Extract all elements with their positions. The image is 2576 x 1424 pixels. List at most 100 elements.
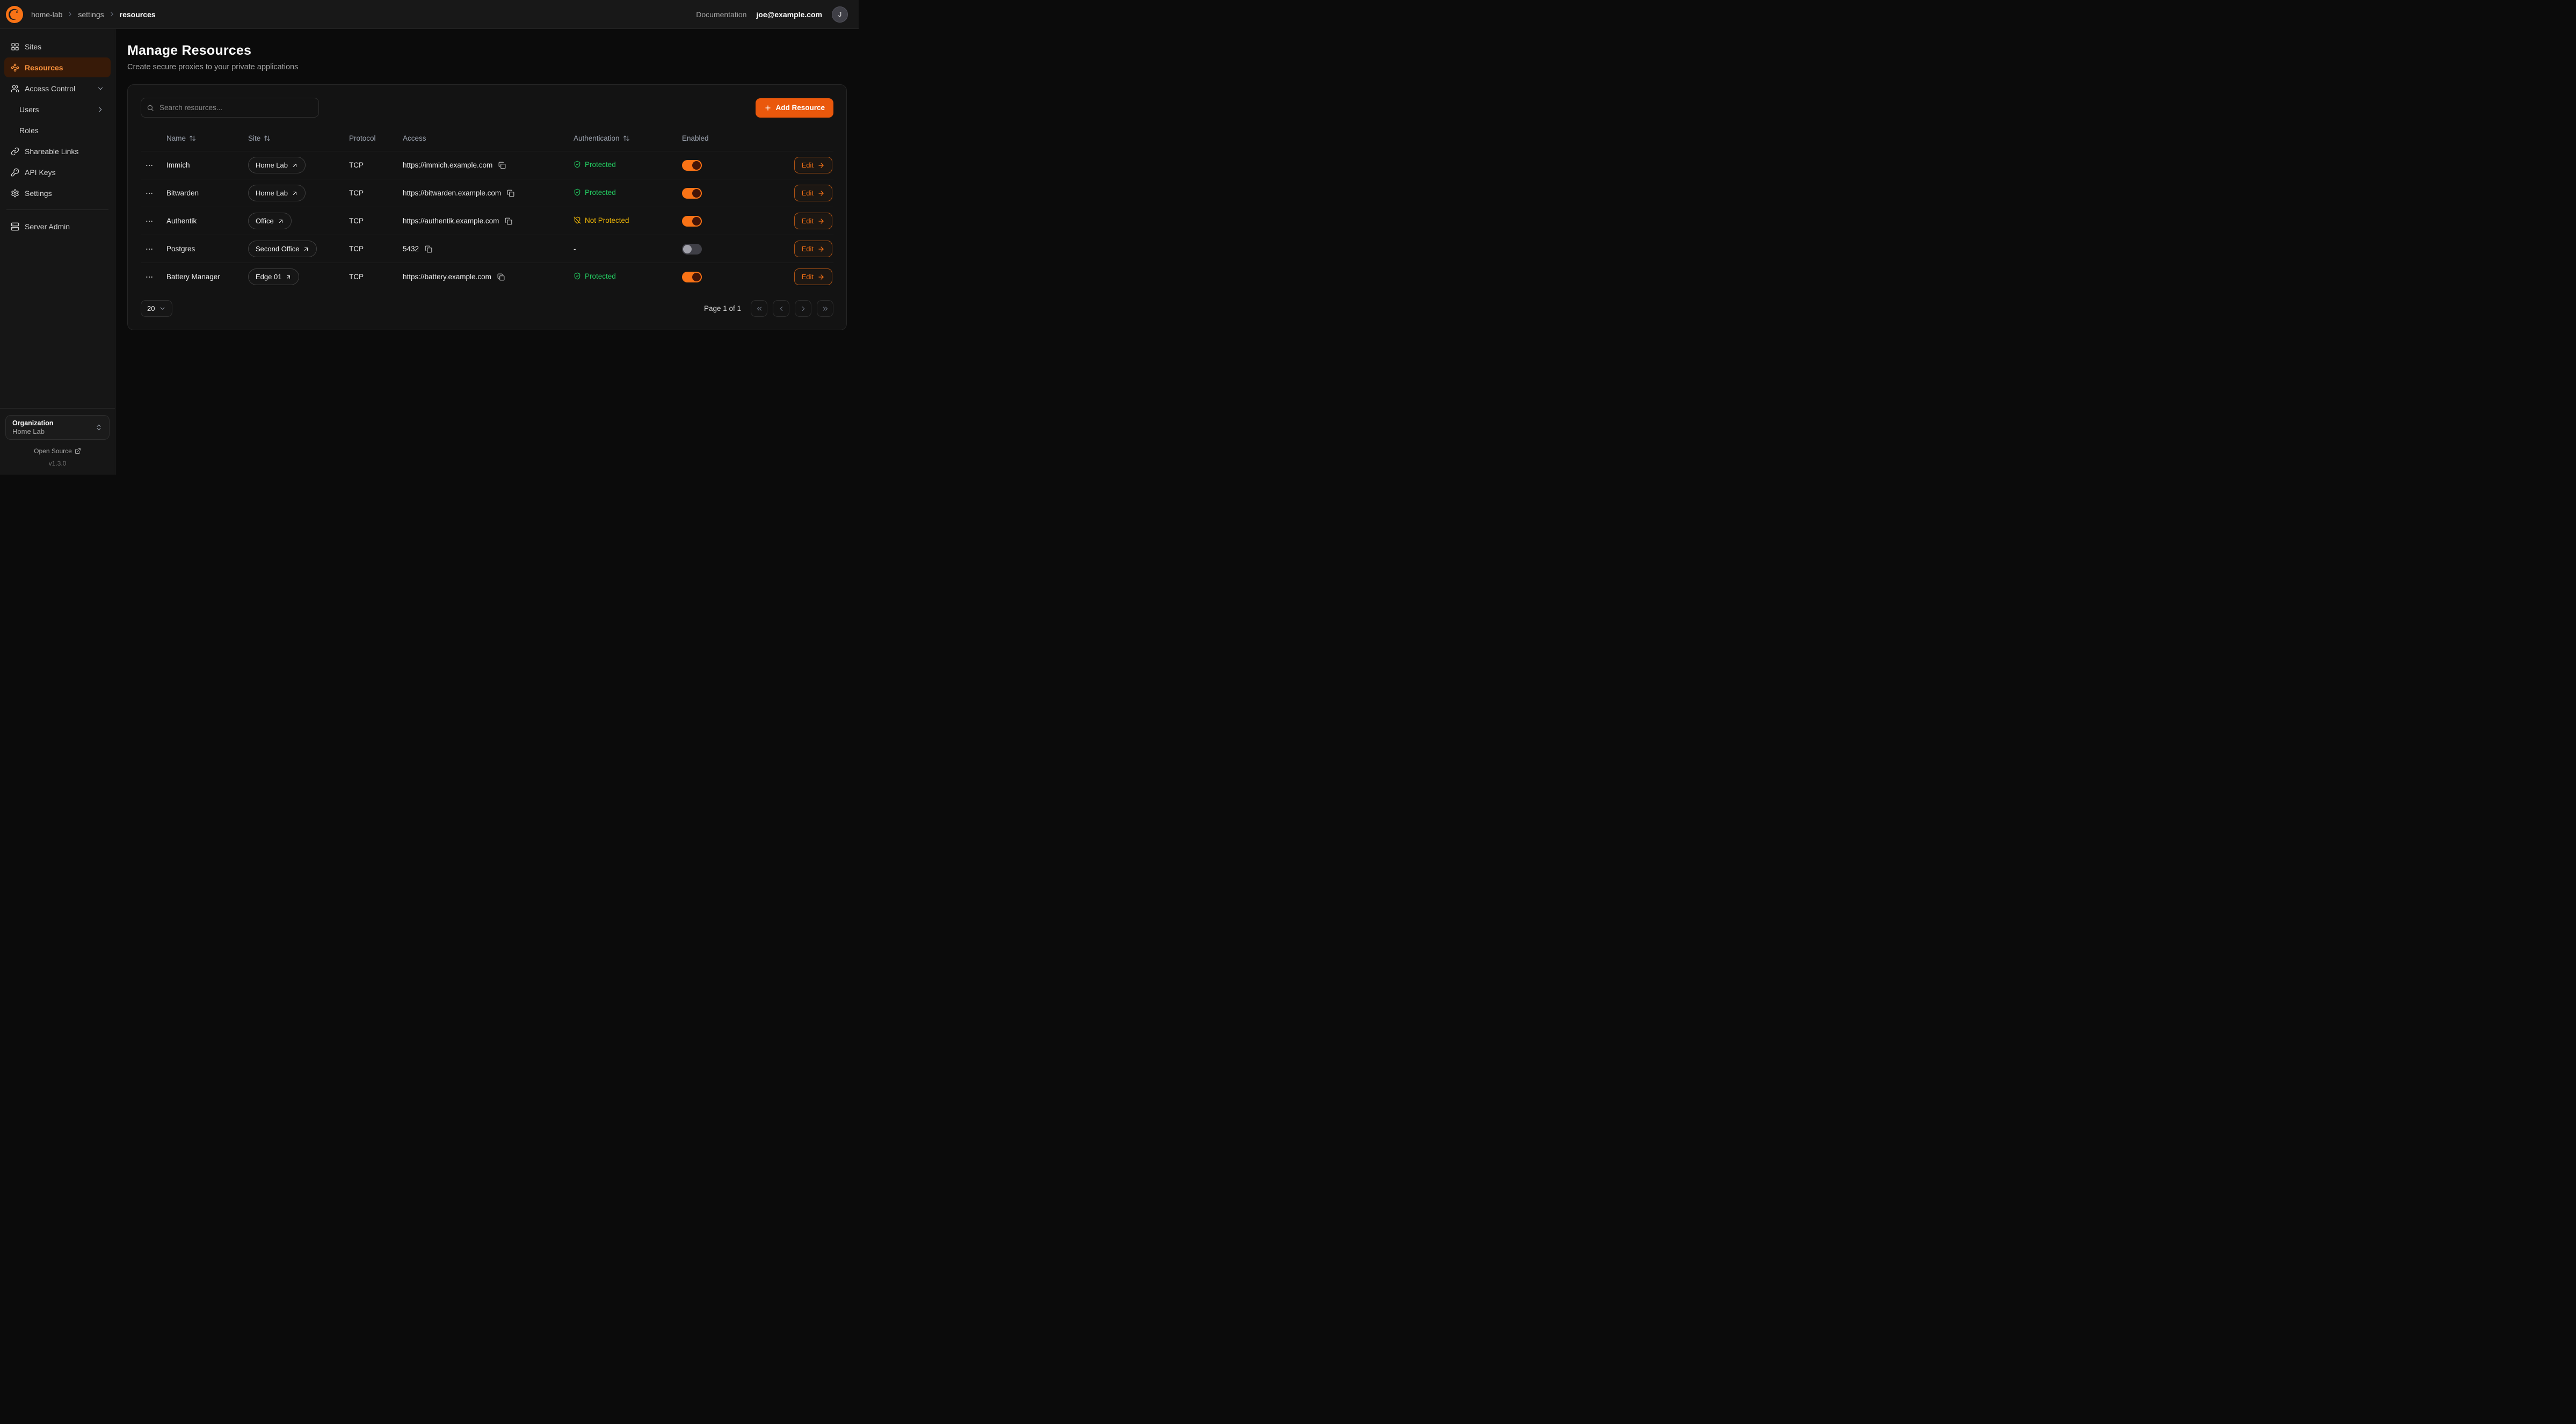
copy-button[interactable] <box>497 161 507 170</box>
sidebar-item-resources[interactable]: Resources <box>4 57 111 77</box>
next-page-button[interactable] <box>795 300 811 317</box>
copy-button[interactable] <box>504 216 513 226</box>
arrow-right-icon <box>817 162 825 169</box>
sidebar-item-label: Roles <box>19 126 104 135</box>
sort-by-name[interactable]: Name <box>166 134 248 142</box>
organization-selector[interactable]: Organization Home Lab <box>5 415 110 440</box>
enabled-toggle[interactable] <box>682 216 702 227</box>
ellipsis-icon <box>145 161 154 170</box>
breadcrumb-current-page: resources <box>120 10 156 19</box>
copy-icon <box>505 217 512 225</box>
arrow-right-icon <box>817 245 825 253</box>
topbar: home-lab settings resources Documentatio… <box>0 0 859 29</box>
edit-button[interactable]: Edit <box>794 213 832 229</box>
copy-button[interactable] <box>424 244 433 254</box>
copy-button[interactable] <box>496 272 506 282</box>
link-icon <box>11 147 19 156</box>
arrow-right-icon <box>817 190 825 197</box>
sidebar-item-label: Server Admin <box>25 222 104 231</box>
documentation-link[interactable]: Documentation <box>696 10 746 19</box>
edit-button[interactable]: Edit <box>794 157 832 173</box>
arrow-up-right-icon <box>278 218 284 224</box>
sidebar-item-sites[interactable]: Sites <box>4 37 111 56</box>
shield-check-icon <box>574 272 581 280</box>
enabled-toggle[interactable] <box>682 188 702 199</box>
add-resource-label: Add Resource <box>775 104 825 112</box>
table-footer: 20 Page 1 of 1 <box>141 300 833 317</box>
arrow-up-right-icon <box>285 274 292 280</box>
copy-button[interactable] <box>506 188 516 198</box>
sidebar-item-shareable-links[interactable]: Shareable Links <box>4 141 111 161</box>
site-link[interactable]: Home Lab <box>248 157 306 173</box>
edit-button[interactable]: Edit <box>794 185 832 201</box>
breadcrumb-settings[interactable]: settings <box>78 10 104 19</box>
sidebar: Sites Resources Access Control Users Rol… <box>0 29 115 475</box>
access-url: https://bitwarden.example.com <box>403 189 501 197</box>
user-email[interactable]: joe@example.com <box>756 10 822 19</box>
page-size-select[interactable]: 20 <box>141 300 172 317</box>
table-row: Postgres Second Office TCP 5432 - Edit <box>141 235 833 263</box>
site-link[interactable]: Home Lab <box>248 185 306 201</box>
site-link[interactable]: Second Office <box>248 241 317 257</box>
sort-by-authentication[interactable]: Authentication <box>574 134 682 142</box>
sidebar-item-label: Users <box>19 105 91 114</box>
auth-status: Not Protected <box>574 216 629 224</box>
app-logo-icon[interactable] <box>5 5 24 24</box>
enabled-toggle[interactable] <box>682 160 702 171</box>
row-menu-button[interactable] <box>141 241 158 258</box>
header-protocol: Protocol <box>349 134 403 142</box>
ellipsis-icon <box>145 273 154 281</box>
enabled-toggle[interactable] <box>682 272 702 282</box>
sidebar-item-label: Resources <box>25 63 104 72</box>
open-source-link[interactable]: Open Source <box>5 447 110 455</box>
site-link[interactable]: Edge 01 <box>248 268 299 285</box>
sidebar-item-label: Sites <box>25 42 104 51</box>
last-page-button[interactable] <box>817 300 833 317</box>
page-info: Page 1 of 1 <box>704 304 741 313</box>
organization-name: Home Lab <box>12 427 91 435</box>
arrow-up-right-icon <box>292 162 298 169</box>
resource-name: Battery Manager <box>166 273 248 281</box>
sort-by-site[interactable]: Site <box>248 134 349 142</box>
search-input[interactable] <box>141 98 319 118</box>
sidebar-footer: Organization Home Lab Open Source v1.3.0 <box>0 408 115 475</box>
resource-name: Authentik <box>166 217 248 225</box>
first-page-button[interactable] <box>751 300 767 317</box>
sidebar-item-api-keys[interactable]: API Keys <box>4 162 111 182</box>
divider <box>6 209 108 210</box>
edit-button[interactable]: Edit <box>794 241 832 257</box>
previous-page-button[interactable] <box>773 300 789 317</box>
copy-icon <box>425 245 432 253</box>
access-url: https://authentik.example.com <box>403 217 499 225</box>
row-menu-button[interactable] <box>141 213 158 230</box>
table-row: Bitwarden Home Lab TCP https://bitwarden… <box>141 179 833 207</box>
edit-button[interactable]: Edit <box>794 268 832 285</box>
sidebar-item-server-admin[interactable]: Server Admin <box>4 216 111 236</box>
row-menu-button[interactable] <box>141 185 158 202</box>
site-name: Office <box>256 217 274 225</box>
sidebar-item-users[interactable]: Users <box>4 99 111 119</box>
ellipsis-icon <box>145 245 154 253</box>
gear-icon <box>11 189 19 198</box>
site-link[interactable]: Office <box>248 213 292 229</box>
sidebar-item-roles[interactable]: Roles <box>4 120 111 140</box>
add-resource-button[interactable]: Add Resource <box>756 98 833 118</box>
chevron-right-icon <box>108 11 115 18</box>
sidebar-item-settings[interactable]: Settings <box>4 183 111 203</box>
row-menu-button[interactable] <box>141 157 158 174</box>
arrow-right-icon <box>817 273 825 281</box>
table-row: Immich Home Lab TCP https://immich.examp… <box>141 151 833 179</box>
header-access: Access <box>403 134 574 142</box>
chevrons-up-down-icon <box>95 424 103 431</box>
sidebar-item-access-control[interactable]: Access Control <box>4 78 111 98</box>
avatar[interactable]: J <box>832 6 848 23</box>
resource-name: Postgres <box>166 245 248 253</box>
chevrons-right-icon <box>822 305 829 313</box>
chevron-right-icon <box>67 11 74 18</box>
site-name: Home Lab <box>256 189 288 197</box>
enabled-toggle[interactable] <box>682 244 702 255</box>
row-menu-button[interactable] <box>141 268 158 286</box>
auth-status: Protected <box>574 161 616 169</box>
auth-status: Protected <box>574 272 616 280</box>
breadcrumb-org[interactable]: home-lab <box>31 10 62 19</box>
